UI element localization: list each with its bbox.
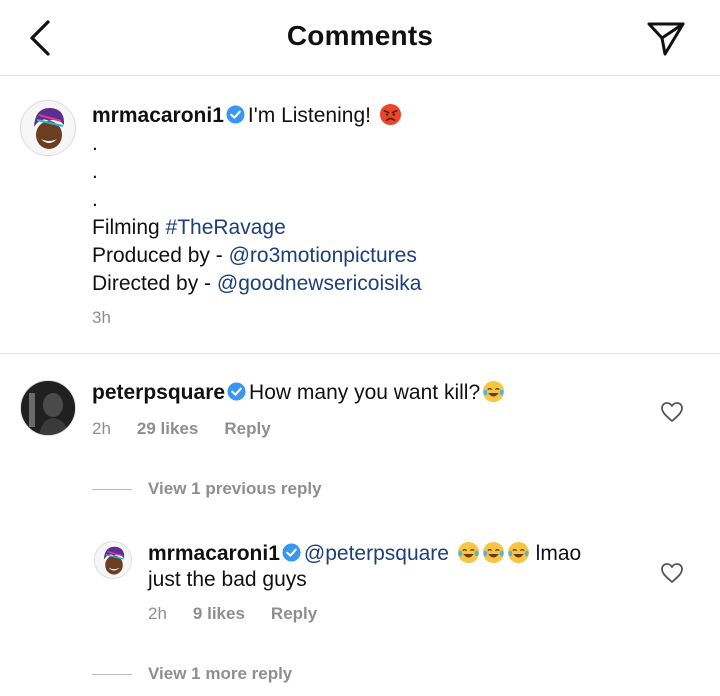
reply-avatar[interactable] (94, 541, 132, 579)
caption-message: I'm Listening! (247, 104, 371, 127)
comment-meta: 2h 29 likes Reply (92, 419, 297, 439)
page-title: Comments (286, 20, 434, 51)
director-mention-link[interactable]: @goodnewsericoisika (217, 272, 422, 295)
producer-mention-link[interactable]: @ro3motionpictures (229, 244, 417, 267)
caption-username[interactable]: mrmacaroni1 (92, 104, 224, 127)
view-previous-replies[interactable]: View 1 previous reply (92, 479, 322, 499)
avatar-icon (21, 381, 75, 435)
caption-dot: . (92, 132, 98, 155)
comment-likes[interactable]: 29 likes (137, 419, 198, 438)
tears-of-joy-icon (507, 541, 529, 564)
filming-label: Filming (92, 216, 160, 239)
view-more-label: View 1 more reply (148, 664, 293, 683)
header-bar: Comments (0, 0, 720, 76)
reply-timestamp: 2h (148, 604, 167, 623)
verified-badge-icon (227, 382, 246, 401)
directed-label: Directed by - (92, 272, 212, 295)
thread-line (92, 488, 132, 490)
verified-badge-icon (282, 543, 301, 562)
comment-avatar[interactable] (20, 380, 76, 436)
verified-badge-icon (226, 105, 245, 124)
comment-text: peterpsquare How many you want kill? (92, 379, 672, 407)
comment-message: How many you want kill? (249, 381, 481, 404)
caption-dot: . (92, 160, 98, 183)
reply-message-line2: just the bad guys (148, 568, 307, 591)
tears-of-joy-icon (482, 541, 504, 564)
reply-meta: 2h 9 likes Reply (148, 604, 343, 624)
view-more-replies[interactable]: View 1 more reply (92, 664, 292, 684)
reply-message: lmao (535, 542, 582, 565)
caption-text: mrmacaroni1 I'm Listening! . . . Filming … (92, 102, 692, 298)
tears-of-joy-icon (483, 380, 505, 403)
send-paper-plane-icon[interactable] (646, 18, 686, 58)
comment-reply-button[interactable]: Reply (224, 419, 270, 438)
like-heart-icon[interactable] (660, 562, 684, 584)
caption-dot: . (92, 188, 98, 211)
comment-timestamp: 2h (92, 419, 111, 438)
avatar-icon (95, 542, 131, 578)
reply-username[interactable]: mrmacaroni1 (148, 542, 280, 565)
tears-of-joy-icon (457, 541, 479, 564)
reply-mention-link[interactable]: @peterpsquare (304, 542, 449, 565)
view-replies-label: View 1 previous reply (148, 479, 322, 498)
thread-line (92, 673, 132, 675)
avatar-icon (21, 101, 75, 155)
caption-avatar[interactable] (20, 100, 76, 156)
comment-username[interactable]: peterpsquare (92, 381, 225, 404)
like-heart-icon[interactable] (660, 401, 684, 423)
reply-text: mrmacaroni1 @peterpsquare lmao just the b… (148, 540, 648, 594)
divider (0, 353, 720, 354)
produced-label: Produced by - (92, 244, 223, 267)
reply-reply-button[interactable]: Reply (271, 604, 317, 623)
angry-face-icon (379, 103, 401, 126)
reply-likes[interactable]: 9 likes (193, 604, 245, 623)
hashtag-link[interactable]: #TheRavage (166, 216, 286, 239)
caption-timestamp: 3h (92, 308, 111, 327)
